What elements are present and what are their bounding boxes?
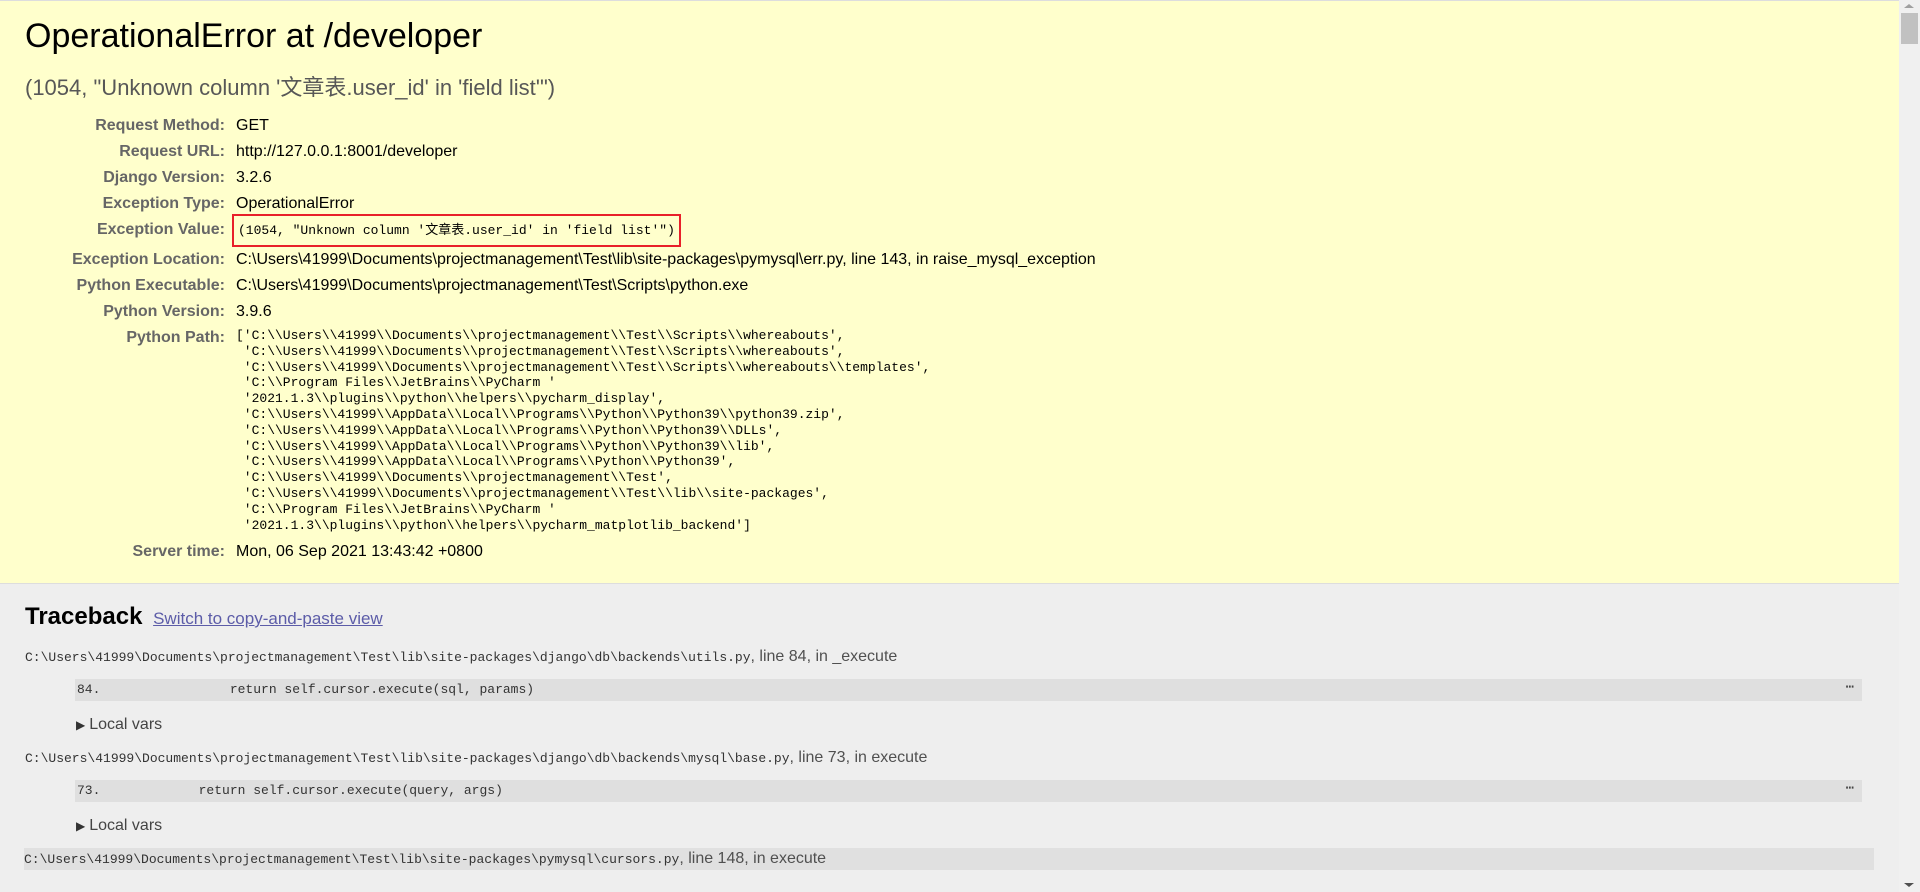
row-request-method: Request Method: GET: [25, 113, 1096, 139]
error-subtitle: (1054, "Unknown column '文章表.user_id' in …: [25, 75, 556, 100]
frame-path: C:\Users\41999\Documents\projectmanageme…: [25, 650, 751, 665]
python-path-entry: 'C:\\Users\\41999\\Documents\\projectman…: [236, 343, 845, 359]
local-vars-label: Local vars: [89, 716, 163, 733]
python-path-entry: 'C:\\Program Files\\JetBrains\\PyCharm ': [236, 375, 556, 391]
code-context-line[interactable]: 84. return self.cursor.execute(sql, para…: [75, 679, 1862, 701]
exception-value-highlighted: (1054, "Unknown column '文章表.user_id' in …: [232, 214, 681, 247]
frame-location: , line 84, in _execute: [750, 648, 898, 665]
traceback-heading: Traceback Switch to copy-and-paste view: [25, 584, 1899, 634]
traceback-section: Traceback Switch to copy-and-paste view …: [0, 584, 1899, 870]
code-context-line[interactable]: 73. return self.cursor.execute(query, ar…: [75, 780, 1862, 802]
row-request-url: Request URL: http://127.0.0.1:8001/develo…: [25, 139, 1096, 165]
scrollbar-thumb[interactable]: [1901, 13, 1918, 44]
row-exception-location: Exception Location: C:\Users\41999\Docume…: [25, 247, 1096, 273]
value: C:\Users\41999\Documents\projectmanageme…: [236, 251, 1096, 268]
value: GET: [236, 117, 269, 134]
python-path-entry: 'C:\\Program Files\\JetBrains\\PyCharm ': [236, 501, 556, 517]
python-path-entry: 'C:\\Users\\41999\\Documents\\projectman…: [236, 359, 931, 375]
label: Python Path:: [126, 329, 225, 346]
label: Exception Type:: [102, 195, 225, 212]
python-path-value: ['C:\\Users\\41999\\Documents\\projectma…: [236, 325, 1096, 539]
page-title: OperationalError at /developer: [25, 17, 483, 55]
local-vars-label: Local vars: [89, 817, 163, 834]
code-line: return self.cursor.execute(sql, params): [105, 682, 535, 697]
label: Django Version:: [103, 169, 225, 186]
value: C:\Users\41999\Documents\projectmanageme…: [236, 277, 749, 294]
line-number: 73.: [77, 783, 101, 798]
label: Exception Value:: [96, 221, 225, 238]
scroll-up-arrow-icon[interactable]: [1904, 4, 1914, 8]
row-python-version: Python Version: 3.9.6: [25, 299, 1096, 325]
python-path-entry: 'C:\\Users\\41999\\Documents\\projectman…: [236, 485, 829, 501]
frame-path: C:\Users\41999\Documents\projectmanageme…: [25, 751, 790, 766]
python-path-entry: '2021.1.3\\plugins\\python\\helpers\\pyc…: [236, 517, 751, 533]
value: 3.9.6: [236, 303, 272, 320]
python-path-entry: ['C:\\Users\\41999\\Documents\\projectma…: [236, 328, 845, 343]
label: Request Method:: [95, 117, 225, 134]
row-server-time: Server time: Mon, 06 Sep 2021 13:43:42 +0…: [25, 539, 1096, 565]
frame-file: C:\Users\41999\Documents\projectmanageme…: [25, 646, 1899, 668]
row-exception-value: Exception Value: (1054, "Unknown column '…: [25, 214, 1096, 247]
frame-location: , line 148, in execute: [679, 850, 827, 867]
row-python-executable: Python Executable: C:\Users\41999\Documen…: [25, 273, 1096, 299]
python-path-entry: '2021.1.3\\plugins\\python\\helpers\\pyc…: [236, 391, 666, 407]
local-vars-toggle[interactable]: ▶ Local vars: [76, 715, 1899, 735]
vertical-scrollbar[interactable]: [1899, 0, 1920, 892]
frame-file: C:\Users\41999\Documents\projectmanageme…: [25, 747, 1899, 769]
traceback-title: Traceback: [25, 603, 143, 630]
value-cell: (1054, "Unknown column '文章表.user_id' in …: [232, 214, 1096, 247]
label: Python Executable:: [76, 277, 225, 294]
expand-context-icon[interactable]: ⋯: [1846, 778, 1854, 800]
python-path-entry: 'C:\\Users\\41999\\AppData\\Local\\Progr…: [236, 438, 775, 454]
local-vars-toggle[interactable]: ▶ Local vars: [76, 816, 1899, 836]
python-path-entry: 'C:\\Users\\41999\\AppData\\Local\\Progr…: [236, 406, 845, 422]
expand-context-icon[interactable]: ⋯: [1846, 677, 1854, 699]
label: Server time:: [132, 543, 226, 561]
triangle-right-icon: ▶: [76, 718, 86, 732]
value: Mon, 06 Sep 2021 13:43:42 +0800: [236, 543, 483, 561]
python-path-entry: 'C:\\Users\\41999\\AppData\\Local\\Progr…: [236, 454, 736, 470]
django-error-page: OperationalError at /developer (1054, "U…: [0, 0, 1899, 892]
label: Exception Location:: [72, 251, 225, 268]
frame-path: C:\Users\41999\Documents\projectmanageme…: [24, 852, 680, 867]
code-line: return self.cursor.execute(query, args): [105, 783, 503, 798]
switch-to-copy-paste-link[interactable]: Switch to copy-and-paste view: [153, 609, 383, 628]
python-path-entry: 'C:\\Users\\41999\\Documents\\projectman…: [236, 470, 673, 486]
error-summary: OperationalError at /developer (1054, "U…: [0, 0, 1899, 584]
frame-location: , line 73, in execute: [789, 749, 928, 766]
scroll-down-arrow-icon[interactable]: [1904, 883, 1914, 887]
python-path-entry: 'C:\\Users\\41999\\AppData\\Local\\Progr…: [236, 422, 783, 438]
value: 3.2.6: [236, 169, 272, 186]
row-python-path: Python Path: ['C:\\Users\\41999\\Documen…: [25, 325, 1096, 539]
value: http://127.0.0.1:8001/developer: [236, 143, 458, 160]
triangle-right-icon: ▶: [76, 819, 86, 833]
row-django-version: Django Version: 3.2.6: [25, 165, 1096, 191]
python-path-list: ['C:\\Users\\41999\\Documents\\projectma…: [236, 325, 1096, 539]
label: Request URL:: [119, 143, 225, 160]
label: Python Version:: [103, 303, 225, 320]
frame-file: C:\Users\41999\Documents\projectmanageme…: [24, 848, 1874, 870]
line-number: 84.: [77, 682, 101, 697]
request-info-table: Request Method: GET Request URL: http://12…: [25, 113, 1096, 565]
